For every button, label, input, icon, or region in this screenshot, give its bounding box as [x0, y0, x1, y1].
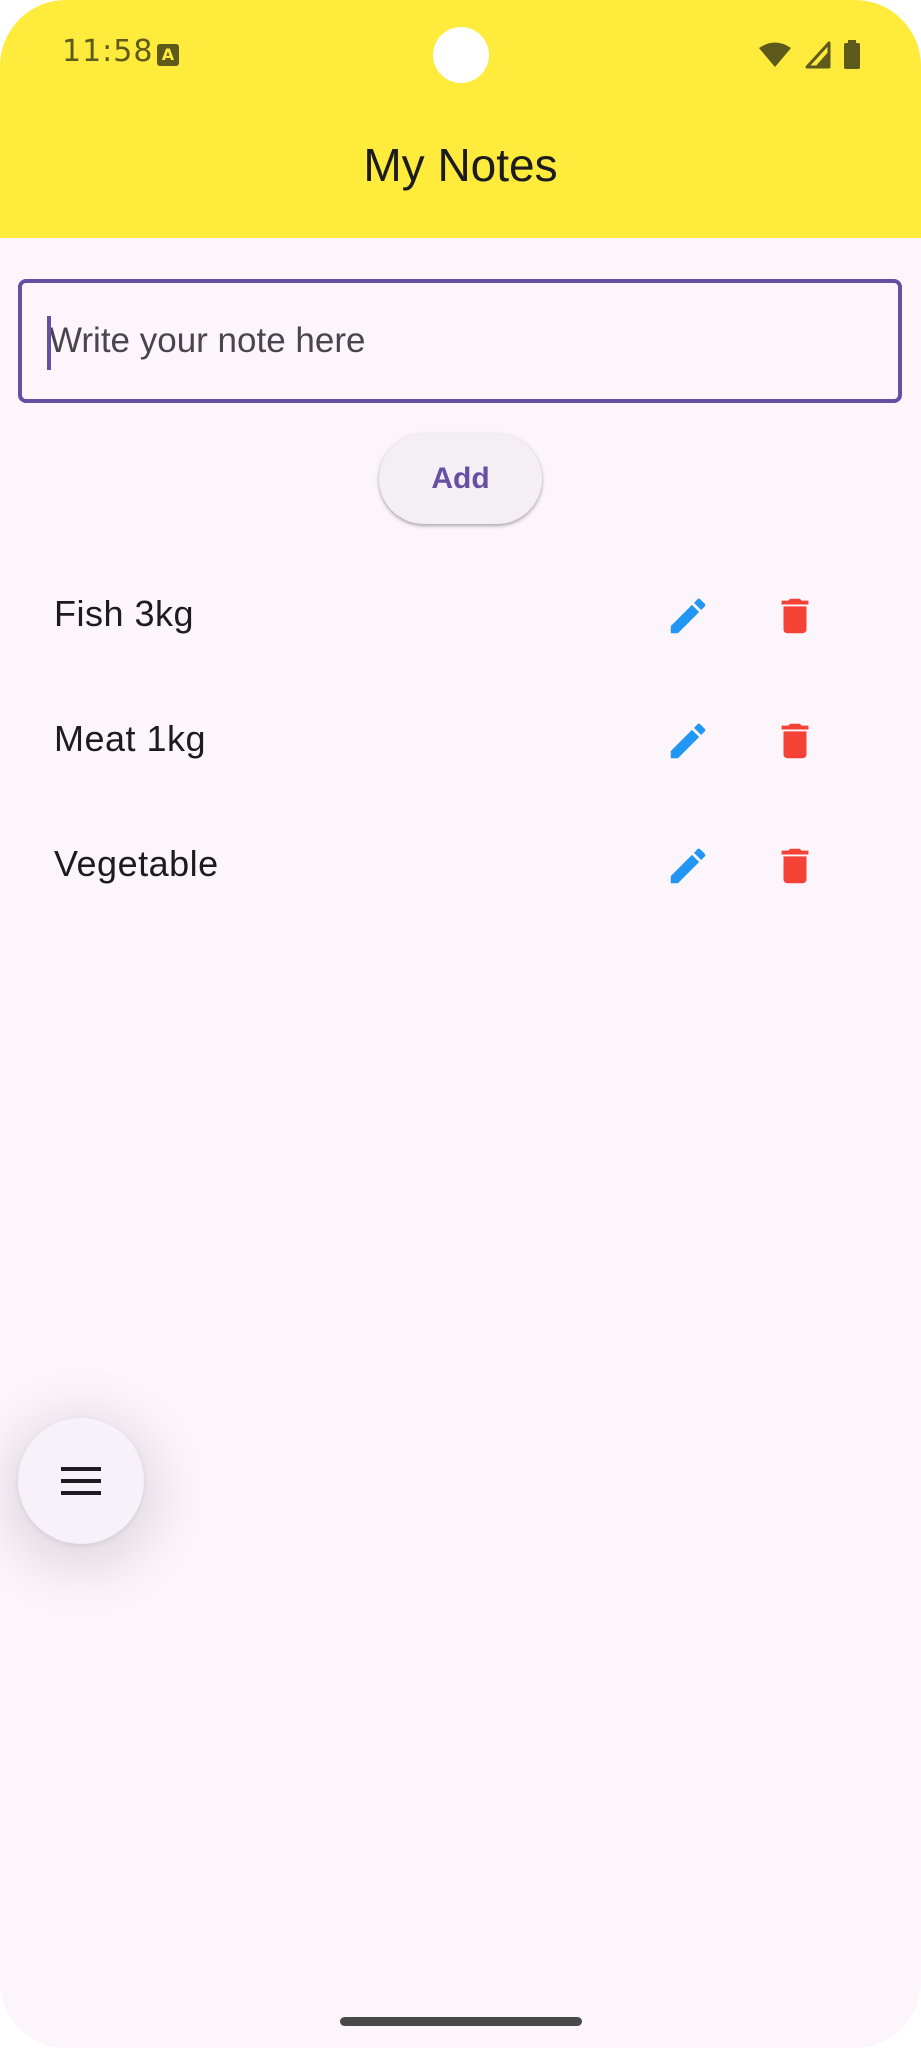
status-time: 11:58	[62, 34, 154, 69]
add-button[interactable]: Add	[379, 434, 542, 524]
edit-note-button[interactable]	[653, 831, 723, 901]
edit-note-button[interactable]	[653, 706, 723, 776]
screen: 11:58 A My Notes Write your note here Ad…	[0, 0, 921, 2048]
camera-cutout	[433, 27, 489, 83]
delete-note-button[interactable]	[760, 706, 830, 776]
status-icons	[757, 40, 861, 70]
home-indicator[interactable]	[340, 2017, 582, 2026]
wifi-icon	[757, 41, 793, 69]
menu-icon	[61, 1467, 101, 1495]
notification-a-icon: A	[157, 44, 179, 66]
signal-icon	[805, 41, 831, 69]
text-cursor	[47, 316, 51, 370]
pencil-icon	[670, 848, 706, 884]
edit-note-button[interactable]	[653, 581, 723, 651]
note-row: Vegetable	[0, 805, 921, 930]
delete-note-button[interactable]	[760, 831, 830, 901]
pencil-icon	[670, 723, 706, 759]
trash-icon	[781, 848, 809, 884]
note-input-container	[18, 279, 902, 403]
pencil-icon	[670, 598, 706, 634]
app-bar: 11:58 A My Notes	[0, 0, 921, 238]
note-text: Fish 3kg	[54, 593, 195, 634]
trash-icon	[781, 723, 809, 759]
trash-icon	[781, 598, 809, 634]
status-bar: 11:58 A	[0, 0, 921, 110]
note-row: Fish 3kg	[0, 555, 921, 680]
page-title: My Notes	[363, 139, 558, 191]
menu-fab-button[interactable]	[18, 1418, 144, 1544]
notes-list: Fish 3kg Meat 1kg Vegetable	[0, 555, 921, 930]
note-input[interactable]	[22, 283, 898, 399]
note-row: Meat 1kg	[0, 680, 921, 805]
note-text: Meat 1kg	[54, 718, 207, 759]
note-text: Vegetable	[54, 843, 219, 884]
delete-note-button[interactable]	[760, 581, 830, 651]
battery-icon	[843, 40, 861, 70]
